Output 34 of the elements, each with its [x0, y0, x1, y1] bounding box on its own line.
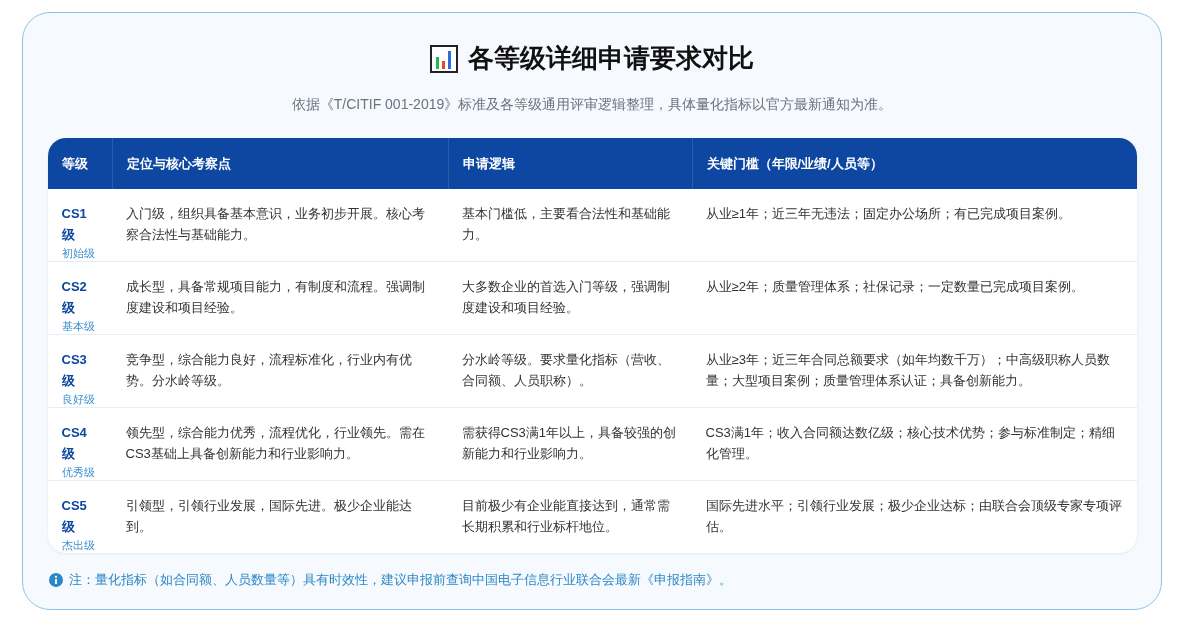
- table-cell: 需获得CS3满1年以上，具备较强的创新能力和行业影响力。: [461, 425, 677, 461]
- table-cell: 领先型，综合能力优秀，流程优化，行业领先。需在CS3基础上具备创新能力和行业影响力。: [125, 425, 425, 461]
- column-header: 关键门槛（年限/业绩/人员等）: [691, 138, 1137, 189]
- level-name: 基本级: [61, 319, 96, 334]
- level-code: CS4级: [61, 424, 88, 463]
- column-header: 申请逻辑: [447, 138, 692, 189]
- table-cell: 入门级，组织具备基本意识，业务初步开展。核心考察合法性与基础能力。: [125, 206, 425, 242]
- info-icon: [49, 573, 63, 587]
- table-cell: 从业≥2年；质量管理体系；社保记录；一定数量已完成项目案例。: [705, 279, 1084, 294]
- table-cell: 引领型，引领行业发展，国际先进。极少企业能达到。: [125, 498, 412, 534]
- subtitle: 依据《T/CITIF 001-2019》标准及各等级通用评审逻辑整理，具体量化指标以官方最新通知为准。: [291, 96, 893, 114]
- table-cell: CS3满1年；收入合同额达数亿级；核心技术优势；参与标准制定；精细化管理。: [705, 425, 1116, 461]
- table-cell: 竞争型，综合能力良好，流程标准化，行业内有优势。分水岭等级。: [125, 352, 412, 388]
- level-code: CS3级: [61, 351, 88, 390]
- table-cell: 国际先进水平；引领行业发展；极少企业达标；由联合会顶级专家专项评估。: [705, 498, 1122, 534]
- level-name: 优秀级: [61, 465, 96, 480]
- table-cell: 大多数企业的首选入门等级，强调制度建设和项目经验。: [461, 279, 670, 315]
- note-text: 注：量化指标（如合同额、人员数量等）具有时效性，建议申报前查询中国电子信息行业联合会最新《申报指南》。: [69, 571, 732, 589]
- level-name: 杰出级: [61, 538, 96, 553]
- table-cell: 从业≥3年；近三年合同总额要求（如年均数千万）；中高级职称人员数量；大型项目案例；质量管理体系认证；具备创新能力。: [705, 352, 1110, 388]
- column-header: 等级: [47, 138, 112, 189]
- level-name: 初始级: [61, 246, 96, 261]
- page-title: 各等级详细申请要求对比: [468, 42, 754, 75]
- level-code: CS5级: [61, 497, 88, 536]
- table-cell: 目前极少有企业能直接达到，通常需长期积累和行业标杆地位。: [461, 498, 670, 534]
- table-cell: 基本门槛低，主要看合法性和基础能力。: [461, 206, 670, 242]
- table-cell: 分水岭等级。要求量化指标（营收、合同额、人员职称）。: [461, 352, 670, 388]
- bar-chart-icon: [430, 44, 458, 73]
- column-header: 定位与核心考察点: [111, 138, 448, 189]
- level-code: CS2级: [61, 278, 88, 317]
- table-cell: 从业≥1年；近三年无违法；固定办公场所；有已完成项目案例。: [705, 206, 1071, 221]
- table-cell: 成长型，具备常规项目能力，有制度和流程。强调制度建设和项目经验。: [125, 279, 425, 315]
- level-name: 良好级: [61, 392, 96, 407]
- level-code: CS1级: [61, 205, 88, 244]
